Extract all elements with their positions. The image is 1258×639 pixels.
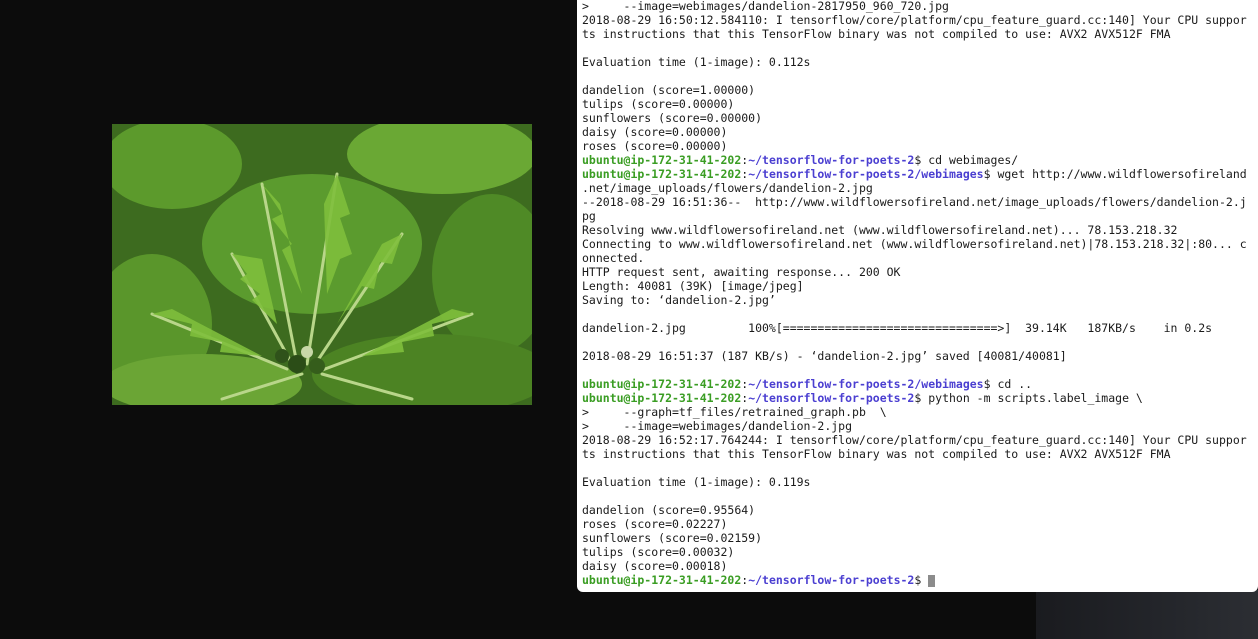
terminal-output-line: roses (score=0.02227) (582, 517, 728, 531)
prompt-symbol: $ (914, 153, 929, 167)
terminal-output-line: Saving to: ‘dandelion-2.jpg’ (582, 293, 776, 307)
terminal-output-line: dandelion (score=1.00000) (582, 83, 756, 97)
prompt-path: ~/tensorflow-for-poets-2 (748, 391, 915, 405)
terminal-window[interactable]: > --image=webimages/dandelion-2817950_96… (577, 0, 1258, 592)
terminal-prompt-line: ubuntu@ip-172-31-41-202:~/tensorflow-for… (582, 391, 1254, 405)
terminal-output-line: 2018-08-29 16:52:17.764244: I tensorflow… (582, 433, 1247, 447)
terminal-output-line: daisy (score=0.00018) (582, 559, 728, 573)
terminal-output-line: ts instructions that this TensorFlow bin… (582, 27, 1171, 41)
terminal-output-line: pg (582, 209, 596, 223)
prompt-symbol: $ (983, 377, 998, 391)
terminal-output: > --image=webimages/dandelion-2817950_96… (582, 0, 1254, 587)
terminal-output-line: sunflowers (score=0.00000) (582, 111, 763, 125)
prompt-host: ubuntu@ip-172-31-41-202 (582, 391, 742, 405)
terminal-output-line: > --image=webimages/dandelion-2.jpg (582, 419, 853, 433)
command-text: cd webimages/ (928, 153, 1019, 167)
prompt-path: ~/tensorflow-for-poets-2/webimages (748, 377, 984, 391)
prompt-symbol: $ (914, 391, 929, 405)
terminal-output-line: roses (score=0.00000) (582, 139, 728, 153)
dandelion-leaves-photo-icon (112, 124, 532, 405)
terminal-prompt-line: ubuntu@ip-172-31-41-202:~/tensorflow-for… (582, 573, 1254, 587)
terminal-prompt-line: ubuntu@ip-172-31-41-202:~/tensorflow-for… (582, 377, 1254, 391)
command-text: wget http://www.wildflowersofireland (997, 167, 1247, 181)
terminal-prompt-line: ubuntu@ip-172-31-41-202:~/tensorflow-for… (582, 167, 1254, 181)
terminal-output-line: --2018-08-29 16:51:36-- http://www.wildf… (582, 195, 1247, 209)
terminal-output-line: > --image=webimages/dandelion-2817950_96… (582, 0, 949, 13)
terminal-prompt-line: ubuntu@ip-172-31-41-202:~/tensorflow-for… (582, 153, 1254, 167)
terminal-output-line: HTTP request sent, awaiting response... … (582, 265, 901, 279)
terminal-output-line: Length: 40081 (39K) [image/jpeg] (582, 279, 804, 293)
terminal-output-line: tulips (score=0.00032) (582, 545, 735, 559)
image-preview-dandelion (112, 124, 532, 405)
terminal-output-line: .net/image_uploads/flowers/dandelion-2.j… (582, 181, 873, 195)
prompt-host: ubuntu@ip-172-31-41-202 (582, 153, 742, 167)
prompt-symbol: $ (914, 573, 929, 587)
prompt-path: ~/tensorflow-for-poets-2 (748, 573, 915, 587)
terminal-output-line: Connecting to www.wildflowersofireland.n… (582, 237, 1247, 251)
prompt-path: ~/tensorflow-for-poets-2/webimages (748, 167, 984, 181)
prompt-host: ubuntu@ip-172-31-41-202 (582, 377, 742, 391)
terminal-output-line: dandelion (score=0.95564) (582, 503, 756, 517)
terminal-output-line: Evaluation time (1-image): 0.112s (582, 55, 811, 69)
prompt-host: ubuntu@ip-172-31-41-202 (582, 167, 742, 181)
terminal-output-line: tulips (score=0.00000) (582, 97, 735, 111)
terminal-output-line: ts instructions that this TensorFlow bin… (582, 447, 1171, 461)
prompt-host: ubuntu@ip-172-31-41-202 (582, 573, 742, 587)
terminal-output-line: daisy (score=0.00000) (582, 125, 728, 139)
terminal-output-line: Resolving www.wildflowersofireland.net (… (582, 223, 1178, 237)
terminal-output-line: dandelion-2.jpg 100%[===================… (582, 321, 1213, 335)
terminal-output-line: onnected. (582, 251, 645, 265)
terminal-output-line: sunflowers (score=0.02159) (582, 531, 763, 545)
dock-area (1036, 590, 1258, 639)
terminal-output-line: 2018-08-29 16:51:37 (187 KB/s) - ‘dandel… (582, 349, 1067, 363)
terminal-cursor[interactable] (928, 574, 936, 587)
terminal-output-line: > --graph=tf_files/retrained_graph.pb \ (582, 405, 887, 419)
command-text: python -m scripts.label_image \ (928, 391, 1143, 405)
command-text: cd .. (997, 377, 1033, 391)
prompt-path: ~/tensorflow-for-poets-2 (748, 153, 915, 167)
terminal-output-line: Evaluation time (1-image): 0.119s (582, 475, 811, 489)
prompt-symbol: $ (983, 167, 998, 181)
terminal-output-line: 2018-08-29 16:50:12.584110: I tensorflow… (582, 13, 1247, 27)
